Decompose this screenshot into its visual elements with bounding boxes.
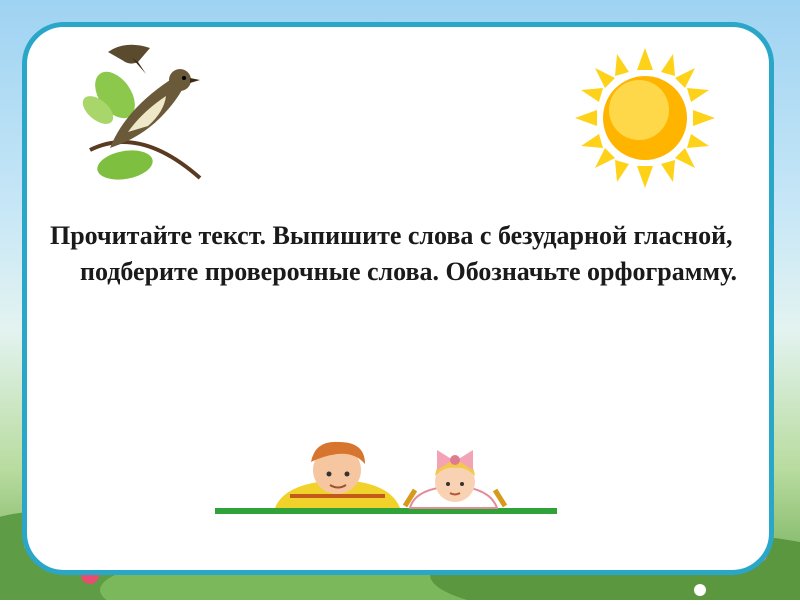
instruction-text: Прочитайте текст. Выпишите слова с безуд… (50, 221, 738, 286)
sun-icon (575, 48, 715, 188)
bird-on-branch-icon (82, 44, 202, 180)
children-peeking-icon (215, 441, 557, 514)
